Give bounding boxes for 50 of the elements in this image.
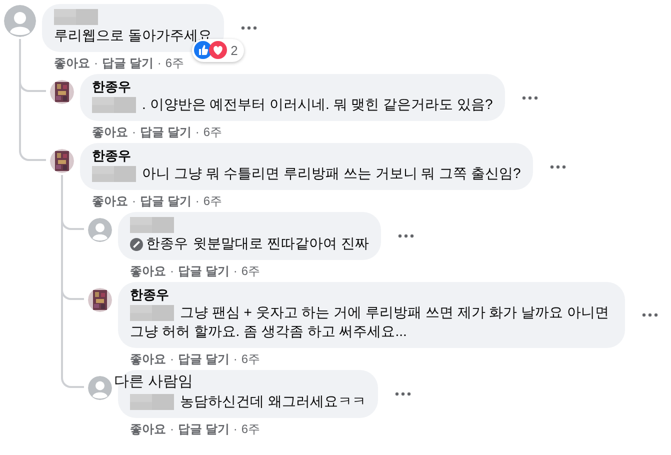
action-link[interactable]: 좋아요 xyxy=(130,350,166,366)
separator-dot: · xyxy=(233,420,238,436)
timestamp: 6주 xyxy=(203,124,222,140)
action-link[interactable]: 답글 달기 xyxy=(140,192,192,208)
comment-text: 아니 그냥 뭐 수틀리면 루리방패 쓰는 거보니 뭐 그쪽 출신임? xyxy=(92,164,521,183)
action-link[interactable]: 좋아요 xyxy=(54,54,90,70)
mention-link[interactable]: 한종우 xyxy=(146,235,188,251)
separator-dot: · xyxy=(170,262,174,278)
author-name[interactable]: 한종우 xyxy=(130,287,613,303)
separator-dot: · xyxy=(170,420,174,436)
separator-dot: · xyxy=(94,54,98,70)
more-icon[interactable] xyxy=(394,392,411,396)
action-link[interactable]: 답글 달기 xyxy=(178,420,230,436)
comment-text: 윗분말대로 찐따같아여 진짜 xyxy=(193,235,369,251)
more-icon[interactable] xyxy=(398,234,414,238)
separator-dot: · xyxy=(170,350,174,366)
separator-dot: · xyxy=(157,54,162,70)
redacted-block xyxy=(130,217,174,233)
annotation-text: 다른 사람임 xyxy=(114,372,194,392)
action-link[interactable]: 답글 달기 xyxy=(178,350,230,366)
action-link[interactable]: 좋아요 xyxy=(130,262,166,278)
timestamp: 6주 xyxy=(165,54,184,70)
separator-dot: · xyxy=(132,124,136,140)
separator-dot: · xyxy=(233,262,238,278)
more-icon[interactable] xyxy=(550,164,566,168)
redacted-block xyxy=(54,9,98,25)
separator-dot: · xyxy=(233,350,238,366)
timestamp: 6주 xyxy=(241,350,260,366)
timestamp: 6주 xyxy=(241,420,260,436)
mention-icon xyxy=(130,238,143,251)
separator-dot: · xyxy=(195,124,200,140)
timestamp: 6주 xyxy=(203,192,222,208)
more-icon[interactable] xyxy=(522,96,538,100)
timestamp: 6주 xyxy=(241,262,260,278)
action-link[interactable]: 답글 달기 xyxy=(178,262,230,278)
separator-dot: · xyxy=(132,192,136,208)
action-link[interactable]: 좋아요 xyxy=(92,192,128,208)
comment-text: 그냥 팬심 + 웃자고 하는 거에 루리방패 쓰면 제가 화가 날까요 아니면 그냥 허허 할까요. 좀 생각좀 하고 써주세요... xyxy=(130,303,610,341)
author-name[interactable]: 한종우 xyxy=(92,148,521,164)
more-icon[interactable] xyxy=(240,26,257,30)
action-link[interactable]: 좋아요 xyxy=(130,420,166,436)
reaction-count: 2 xyxy=(230,42,239,60)
action-link[interactable]: 답글 달기 xyxy=(140,124,192,140)
author-name[interactable]: 한종우 xyxy=(92,79,493,95)
action-link[interactable]: 답글 달기 xyxy=(102,54,154,70)
action-link[interactable]: 좋아요 xyxy=(92,124,128,140)
separator-dot: · xyxy=(195,192,200,208)
comment-text: 농담하신건데 왜그러세요ㅋㅋ xyxy=(130,392,366,411)
comment-text: . 이양반은 예전부터 이러시네. 뭐 맺힌 같은거라도 있음? xyxy=(92,95,493,114)
more-icon[interactable] xyxy=(642,313,658,317)
